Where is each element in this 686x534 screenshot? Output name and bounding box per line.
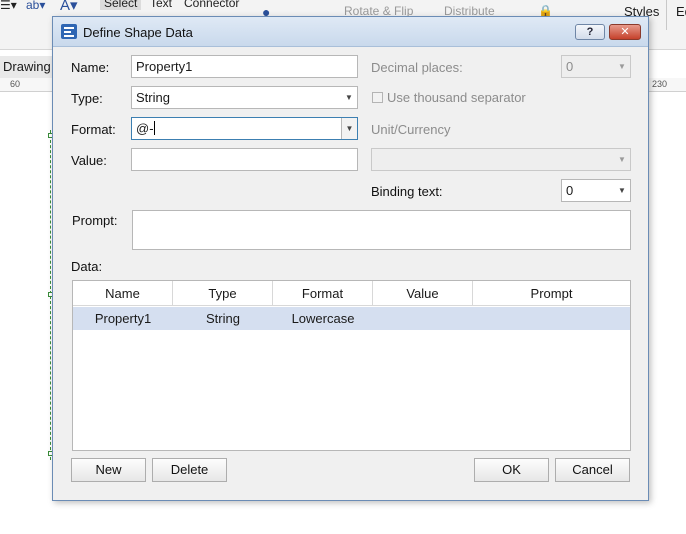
decimal-places-select[interactable]: 0 ▼ xyxy=(561,55,631,78)
text-caret xyxy=(153,121,155,135)
name-label: Name: xyxy=(71,60,110,75)
prompt-textarea[interactable] xyxy=(132,210,631,250)
value-label: Value: xyxy=(71,153,107,168)
drawing-tab[interactable]: Drawing xyxy=(0,56,54,78)
cell-value xyxy=(373,307,473,330)
ruler-mark-left: 60 xyxy=(10,79,21,89)
connector-tool[interactable]: Connector xyxy=(184,0,239,10)
new-button[interactable]: New xyxy=(71,458,146,482)
data-table: Name Type Format Value Prompt Property1 … xyxy=(72,280,631,451)
format-value: @- xyxy=(136,121,154,136)
cell-name: Property1 xyxy=(94,311,152,326)
table-header: Name Type Format Value Prompt xyxy=(73,281,630,306)
close-button[interactable]: ✕ xyxy=(609,24,641,40)
cell-prompt xyxy=(473,307,630,330)
unit-currency-select[interactable]: ▼ xyxy=(371,148,631,171)
help-button[interactable]: ? xyxy=(575,24,605,40)
binding-text-select[interactable]: 0 ▼ xyxy=(561,179,631,202)
type-value: String xyxy=(136,90,170,105)
dialog-titlebar[interactable]: Define Shape Data ? ✕ xyxy=(53,17,648,47)
decimal-places-label: Decimal places: xyxy=(371,60,463,75)
format-label: Format: xyxy=(71,122,116,137)
unit-currency-label: Unit/Currency xyxy=(371,122,451,137)
format-combobox[interactable]: @- ▼ xyxy=(131,117,358,140)
decimal-places-value: 0 xyxy=(566,59,574,74)
cell-format: Lowercase xyxy=(291,311,355,326)
chevron-down-icon[interactable]: ▼ xyxy=(614,149,630,170)
chevron-down-icon[interactable]: ▼ xyxy=(614,180,630,201)
value-input[interactable] xyxy=(131,148,358,171)
column-header-format[interactable]: Format xyxy=(273,281,373,306)
thousand-separator-checkbox[interactable] xyxy=(372,92,383,103)
thousand-separator-label: Use thousand separator xyxy=(387,90,526,105)
ruler-mark-right: 230 xyxy=(652,79,668,89)
column-header-value[interactable]: Value xyxy=(373,281,473,306)
column-header-name[interactable]: Name xyxy=(73,281,173,306)
chevron-down-icon[interactable]: ▼ xyxy=(614,56,630,77)
data-label: Data: xyxy=(71,259,103,274)
ok-button[interactable]: OK xyxy=(474,458,549,482)
app-logo-icon xyxy=(61,24,77,39)
delete-button[interactable]: Delete xyxy=(152,458,227,482)
cancel-button[interactable]: Cancel xyxy=(555,458,630,482)
chevron-down-icon[interactable]: ▼ xyxy=(341,118,357,139)
column-header-prompt[interactable]: Prompt xyxy=(473,281,630,306)
ribbon-separator xyxy=(666,0,667,30)
edit-group-label: Ed xyxy=(676,4,686,19)
prompt-label: Prompt: xyxy=(72,213,118,228)
text-tool[interactable]: Text xyxy=(150,0,172,10)
binding-text-label: Binding text: xyxy=(371,184,443,199)
font-color-icon[interactable]: A▾ xyxy=(60,0,78,14)
select-tool[interactable]: Select xyxy=(100,0,142,10)
cell-type: String xyxy=(206,311,240,326)
binding-text-value: 0 xyxy=(566,183,574,198)
align-icon[interactable]: ☰▾ xyxy=(0,0,17,12)
table-row[interactable]: Property1 String Lowercase xyxy=(73,307,630,330)
chevron-down-icon[interactable]: ▼ xyxy=(341,87,357,108)
type-label: Type: xyxy=(71,91,103,106)
define-shape-data-dialog: Define Shape Data ? ✕ Name: Property1 Ty… xyxy=(52,16,649,501)
column-header-type[interactable]: Type xyxy=(173,281,273,306)
dialog-title: Define Shape Data xyxy=(83,25,193,40)
name-input[interactable]: Property1 xyxy=(131,55,358,78)
font-style-icon[interactable]: ab▾ xyxy=(26,0,45,12)
type-select[interactable]: String ▼ xyxy=(131,86,358,109)
